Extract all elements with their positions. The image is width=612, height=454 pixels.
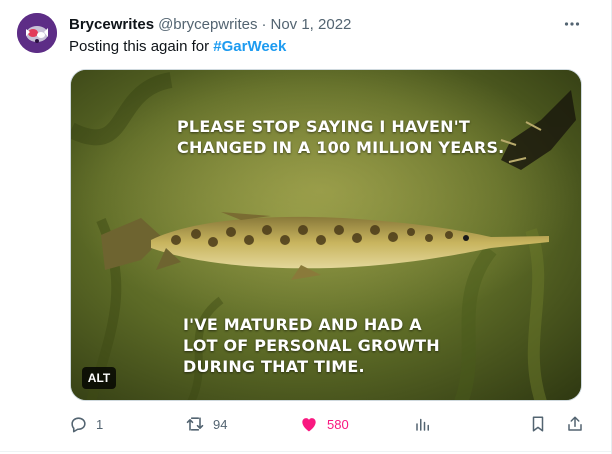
reply-button[interactable]: 1	[68, 410, 103, 438]
share-icon	[565, 414, 585, 434]
reply-icon	[68, 414, 88, 434]
heart-icon	[299, 414, 319, 434]
bookmark-button[interactable]	[528, 410, 548, 438]
hashtag-link[interactable]: #GarWeek	[213, 38, 286, 55]
tweet-text-body: Posting this again for	[69, 38, 214, 55]
user-handle[interactable]: @brycepwrites	[158, 16, 257, 33]
views-button[interactable]	[413, 410, 433, 438]
reply-count: 1	[96, 416, 104, 432]
tweet-image[interactable]: PLEASE STOP SAYING I HAVEN'T CHANGED IN …	[70, 69, 582, 401]
divider	[0, 451, 611, 452]
views-icon	[413, 414, 433, 434]
like-button[interactable]: 580	[299, 410, 349, 438]
retweet-button[interactable]: 94	[185, 410, 227, 438]
display-name[interactable]: Brycewrites	[69, 16, 154, 33]
tweet-text: Posting this again for #GarWeek	[69, 37, 286, 57]
share-button[interactable]	[565, 410, 585, 438]
retweet-icon	[185, 414, 205, 434]
meme-caption-top: PLEASE STOP SAYING I HAVEN'T CHANGED IN …	[177, 117, 505, 157]
more-options-button[interactable]	[562, 14, 582, 34]
retweet-count: 94	[213, 416, 228, 432]
tweet-card[interactable]: Brycewrites @brycepwrites · Nov 1, 2022 …	[0, 0, 612, 454]
alt-text-button[interactable]: ALT	[82, 367, 116, 389]
like-count: 580	[327, 416, 349, 432]
bookmark-icon	[528, 414, 548, 434]
more-icon	[564, 22, 580, 26]
avatar[interactable]	[17, 13, 57, 53]
tweet-header: Brycewrites @brycepwrites · Nov 1, 2022	[69, 14, 351, 34]
tweet-date[interactable]: Nov 1, 2022	[270, 16, 351, 33]
meme-caption-bottom: I'VE MATURED AND HAD A LOT OF PERSONAL G…	[183, 315, 440, 376]
separator-dot: ·	[261, 15, 267, 33]
tweet-actions: 1 94 580	[66, 410, 586, 438]
